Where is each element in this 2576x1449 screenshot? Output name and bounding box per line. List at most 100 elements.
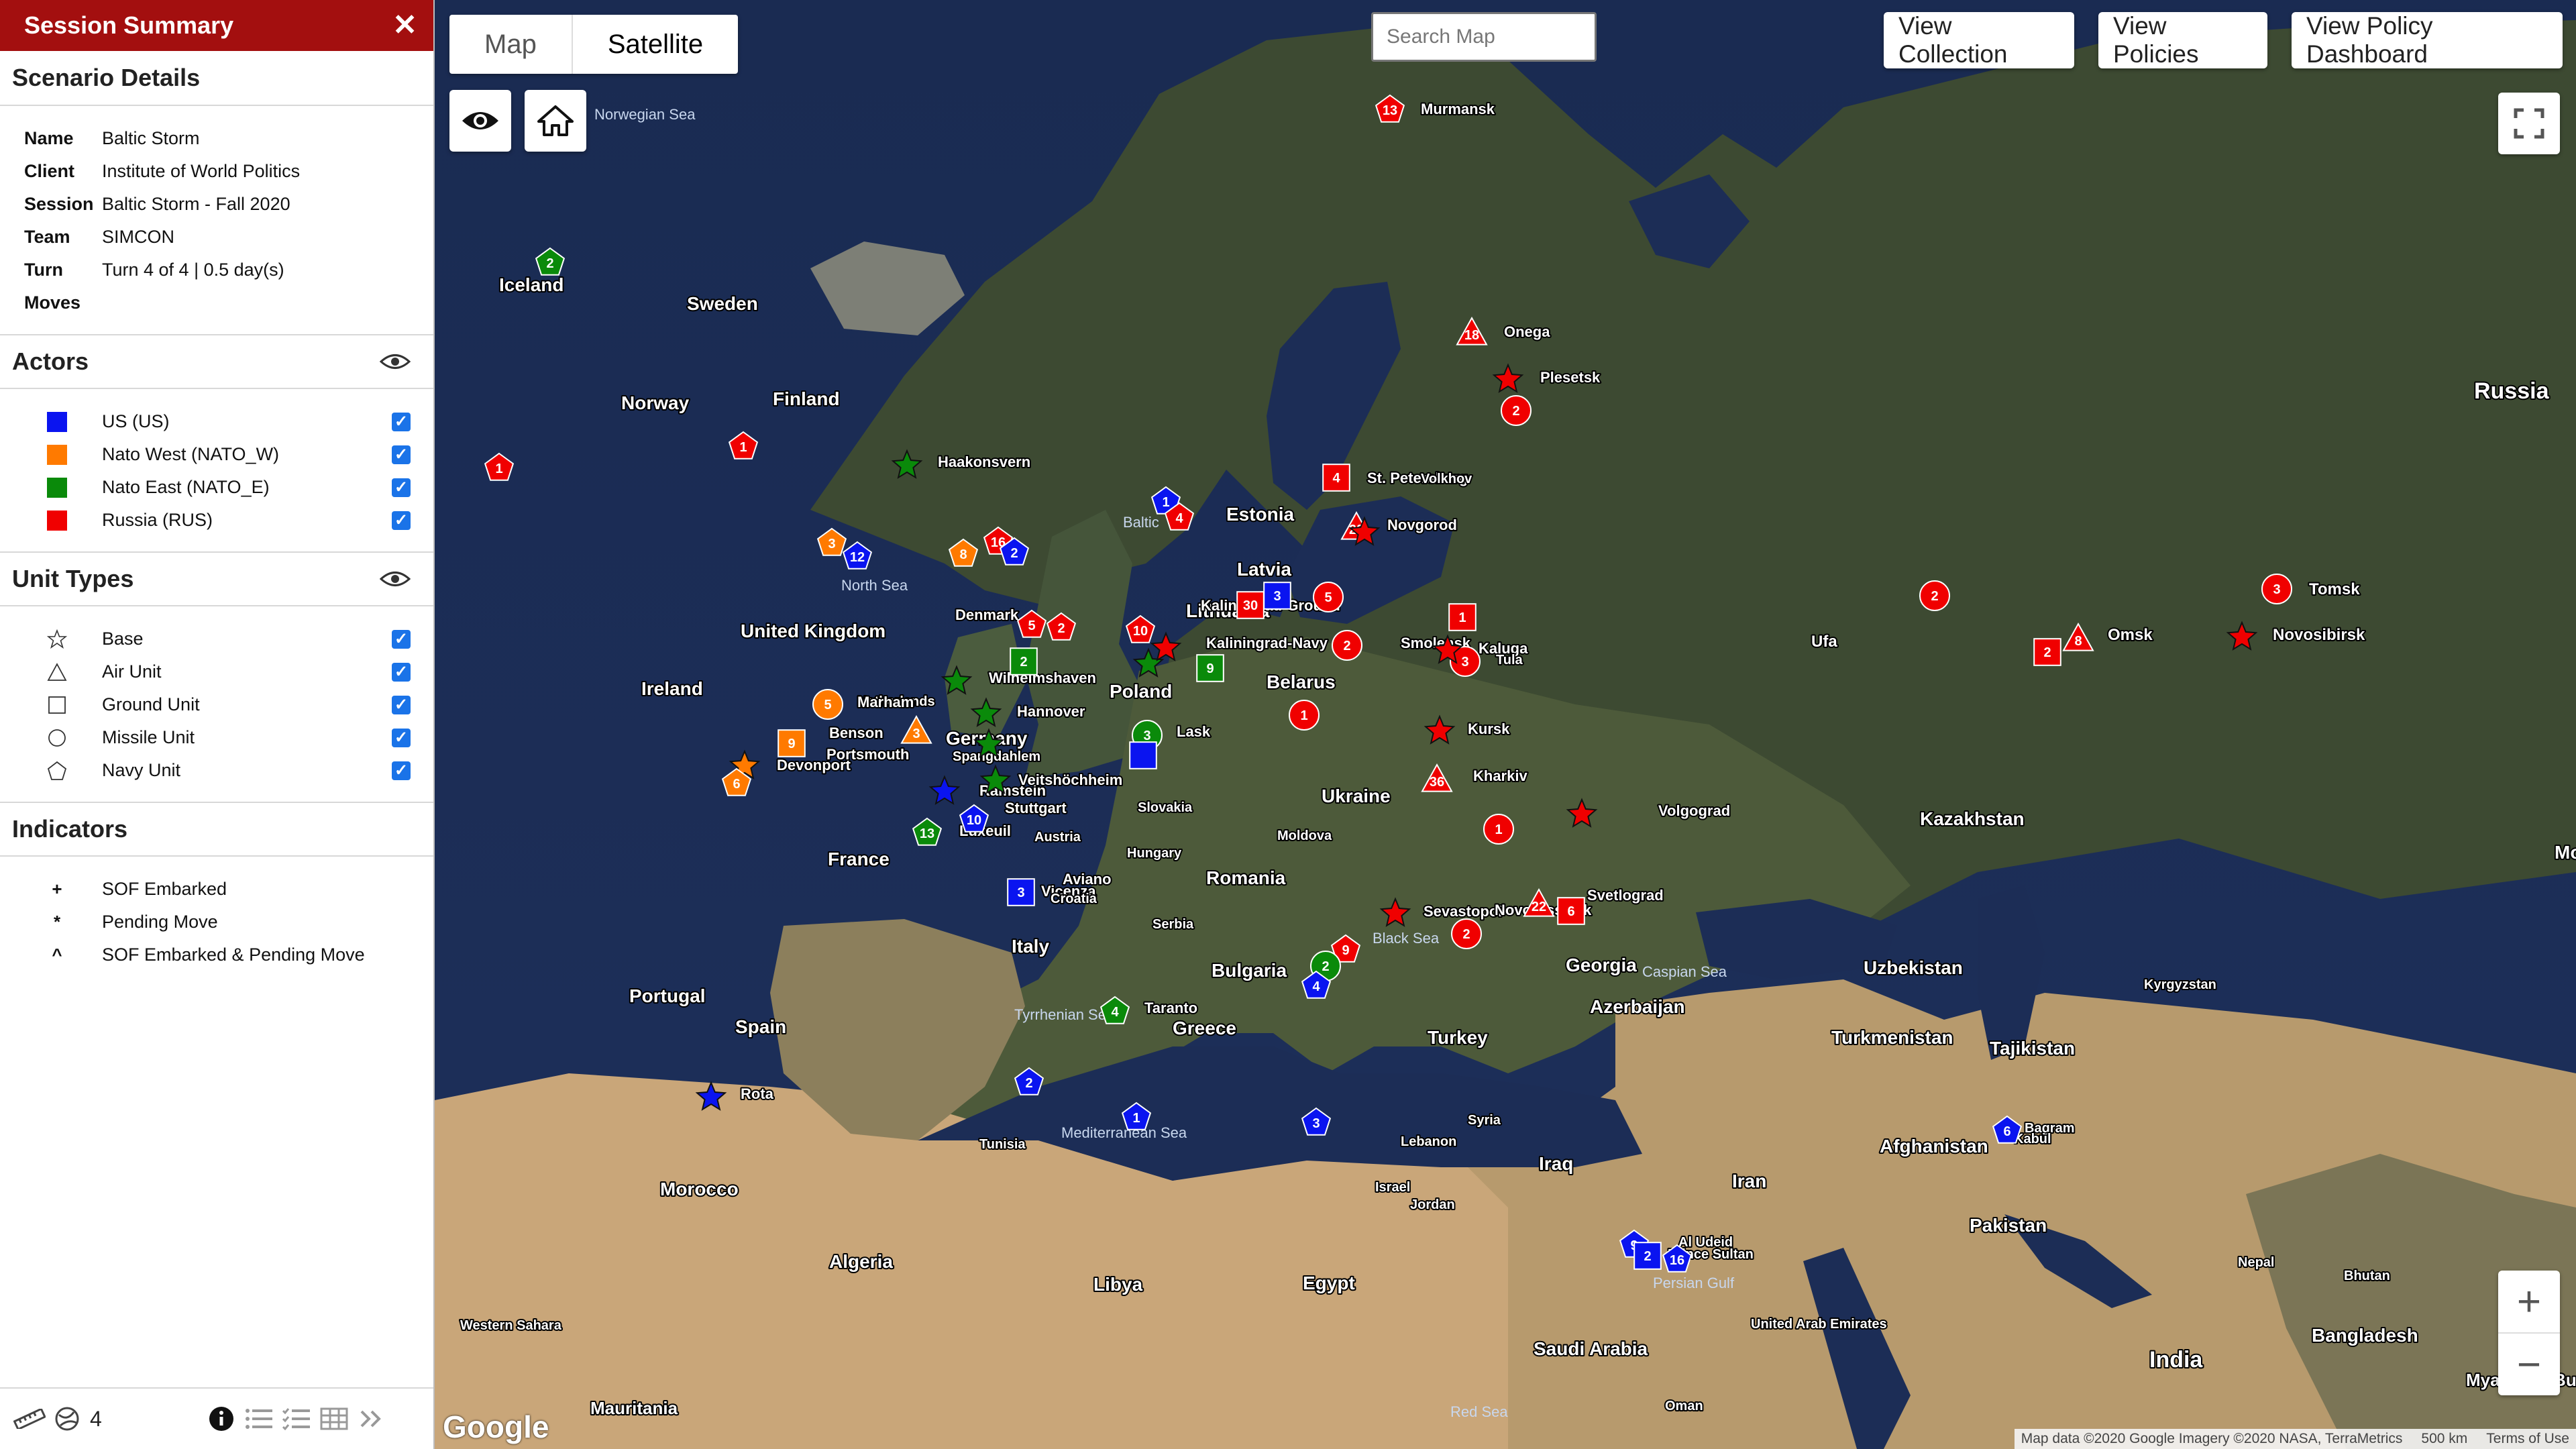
unit-marker-missile[interactable]: 1 — [1483, 814, 1514, 845]
checklist-icon[interactable] — [278, 1403, 315, 1434]
actor-color-swatch — [47, 477, 67, 498]
indicators-header: Indicators — [0, 802, 433, 857]
view-policies-button[interactable]: View Policies — [2098, 12, 2267, 68]
close-icon[interactable]: ✕ — [392, 11, 417, 40]
table-icon[interactable] — [315, 1403, 353, 1434]
google-logo: Google — [443, 1409, 549, 1444]
unit-count: 10 — [1133, 624, 1148, 639]
place-label: Lask — [1177, 723, 1211, 740]
unit-marker-ground[interactable]: 2 — [2033, 638, 2061, 666]
unit-marker-missile[interactable]: 5 — [1313, 582, 1344, 612]
place-label: Novosibirsk — [2273, 626, 2365, 644]
checkbox[interactable]: ✓ — [392, 728, 411, 747]
unit-marker-ground[interactable]: 9 — [1196, 654, 1224, 682]
place-label: Israel — [1375, 1180, 1410, 1195]
view-policy-dashboard-button[interactable]: View Policy Dashboard — [2292, 12, 2563, 68]
unit-type-label: Ground Unit — [102, 694, 200, 714]
unit-count: 2 — [1010, 546, 1018, 561]
unit-marker-missile[interactable]: 1 — [1289, 700, 1320, 731]
globe-icon[interactable] — [48, 1403, 86, 1434]
checkbox[interactable]: ✓ — [392, 695, 411, 714]
place-label: Finland — [773, 388, 840, 409]
star-icon — [46, 629, 68, 649]
checkbox[interactable]: ✓ — [392, 629, 411, 649]
checkbox[interactable]: ✓ — [392, 511, 411, 530]
unit-count: 1 — [739, 440, 747, 455]
satellite-map[interactable]: Iceland Norwegian Sea Sweden Finland Norway R… — [435, 0, 2576, 1449]
checkbox[interactable]: ✓ — [392, 662, 411, 682]
place-label: Caspian Sea — [1642, 963, 1727, 980]
attribution-text: Map data ©2020 Google Imagery ©2020 NASA… — [2021, 1431, 2403, 1446]
place-label: Libya — [1093, 1274, 1143, 1295]
unit-marker-missile[interactable]: 3 — [2261, 574, 2292, 604]
map-area[interactable]: Iceland Norwegian Sea Sweden Finland Norway R… — [435, 0, 2576, 1449]
zoom-out-button[interactable]: − — [2498, 1334, 2560, 1395]
expand-icon[interactable] — [353, 1403, 390, 1434]
checkbox[interactable]: ✓ — [392, 445, 411, 464]
place-label: Iceland — [499, 274, 564, 295]
terms-link[interactable]: Terms of Use — [2486, 1431, 2569, 1447]
place-label: Iran — [1732, 1171, 1766, 1191]
unit-count: 2 — [546, 256, 553, 271]
actor-row: US (US) ✓ — [0, 405, 433, 438]
unit-marker-missile[interactable]: 5 — [812, 689, 843, 720]
unit-marker-missile[interactable]: 2 — [1501, 395, 1532, 426]
actor-label: US (US) — [102, 411, 170, 431]
unit-marker-ground[interactable]: 3 — [1007, 878, 1035, 906]
unit-marker-ground[interactable]: 1 — [1448, 603, 1477, 631]
place-label: Baltic — [1123, 514, 1159, 531]
unit-marker-ground[interactable]: 9 — [777, 729, 806, 757]
place-label: United Arab Emirates — [1751, 1317, 1887, 1332]
panel-footer: 4 — [0, 1387, 433, 1449]
zoom-in-button[interactable]: + — [2498, 1271, 2560, 1332]
place-label: Turkmenistan — [1831, 1027, 1953, 1048]
unit-type-label: Air Unit — [102, 661, 162, 682]
unit-marker-missile[interactable]: 2 — [1451, 918, 1482, 949]
checkbox[interactable]: ✓ — [392, 761, 411, 780]
unit-marker-ground[interactable]: 2 — [1010, 647, 1038, 676]
unit-count: 5 — [1324, 590, 1332, 605]
place-label: Tunisia — [979, 1137, 1026, 1152]
info-icon[interactable] — [203, 1403, 240, 1434]
fullscreen-button[interactable] — [2498, 93, 2560, 154]
place-label: North Sea — [841, 577, 908, 594]
unit-marker-ground[interactable]: 2 — [1633, 1242, 1662, 1270]
place-label: Kursk — [1468, 720, 1510, 737]
unit-count: 1 — [1132, 1111, 1140, 1126]
place-label: Hannover — [1017, 703, 1085, 720]
unit-marker-ground[interactable]: 30 — [1236, 591, 1265, 619]
place-label: Sevastopol — [1424, 903, 1502, 920]
unit-marker-ground[interactable] — [1129, 741, 1157, 769]
place-label: Portsmouth — [826, 746, 909, 763]
unit-count: 2 — [1025, 1076, 1032, 1091]
panel-title: Session Summary — [24, 11, 234, 39]
eye-icon[interactable] — [380, 352, 411, 372]
detail-key: Team — [24, 227, 70, 247]
unit-marker-ground[interactable]: 6 — [1557, 897, 1585, 925]
place-label: Persian Gulf — [1653, 1275, 1735, 1291]
search-input[interactable] — [1371, 12, 1597, 62]
unit-count: 2 — [1343, 639, 1350, 653]
place-label: Estonia — [1226, 504, 1295, 525]
unit-marker-ground[interactable]: 4 — [1322, 464, 1350, 492]
place-label: Greece — [1173, 1018, 1236, 1038]
indicator-row: + SOF Embarked — [0, 873, 433, 906]
map-type-satellite[interactable]: Satellite — [573, 15, 738, 74]
detail-key: Session — [24, 194, 94, 214]
eye-icon[interactable] — [380, 569, 411, 589]
place-label: France — [828, 849, 890, 869]
unit-count: 4 — [1312, 979, 1320, 994]
checkbox[interactable]: ✓ — [392, 412, 411, 431]
visibility-button[interactable] — [449, 90, 511, 152]
place-label: Marham — [857, 694, 914, 710]
unit-marker-ground[interactable]: 3 — [1263, 582, 1291, 610]
place-label: United Kingdom — [741, 621, 885, 641]
unit-marker-missile[interactable]: 2 — [1332, 630, 1362, 661]
view-collection-button[interactable]: View Collection — [1884, 12, 2074, 68]
map-type-map[interactable]: Map — [449, 15, 573, 74]
list-icon[interactable] — [240, 1403, 278, 1434]
unit-marker-missile[interactable]: 2 — [1919, 580, 1950, 611]
checkbox[interactable]: ✓ — [392, 478, 411, 497]
home-button[interactable] — [525, 90, 586, 152]
ruler-icon[interactable] — [11, 1403, 48, 1434]
